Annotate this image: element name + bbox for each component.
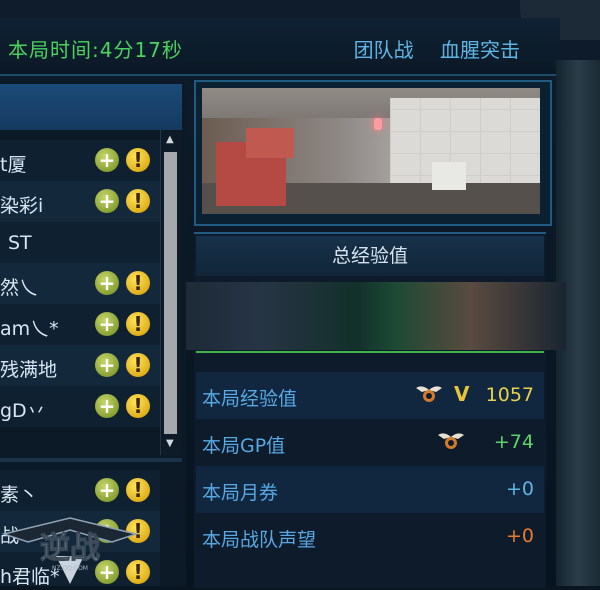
player-row[interactable]: 然乀 +! [0, 263, 160, 304]
add-friend-icon[interactable]: + [95, 271, 119, 295]
nizhan-logo: 逆战 NZ.QQ.COM [0, 512, 140, 586]
player-name: ST [8, 232, 32, 254]
stat-row: 本局GP值 +74 [196, 419, 544, 466]
player-name: 染彩i [0, 195, 44, 217]
stat-label: 本局GP值 [202, 435, 286, 457]
round-stats: 本局经验值 V 1057 本局GP值 +74 本局月券 +0 本局战队声望 +0 [196, 372, 544, 560]
add-friend-icon[interactable]: + [95, 394, 119, 418]
scene-red-crate-top [246, 128, 294, 158]
map-name: 血腥突击 [440, 38, 520, 62]
wings-badge-icon [436, 429, 466, 451]
report-icon[interactable]: ! [126, 189, 150, 213]
scroll-down-icon[interactable]: ▼ [166, 438, 174, 449]
logo-text: 逆战 [40, 531, 100, 566]
map-preview [194, 80, 552, 226]
scene-light [374, 118, 382, 130]
scroll-thumb[interactable] [164, 152, 177, 434]
report-icon[interactable]: ! [126, 312, 150, 336]
player-name: gD丷 [0, 400, 46, 422]
logo-subtext: NZ.QQ.COM [52, 565, 88, 572]
scene-white-crate [432, 162, 466, 190]
player-name: 然乀 [0, 277, 39, 299]
add-friend-icon[interactable]: + [95, 353, 119, 377]
mode-info: 团队战 血腥突击 [334, 34, 520, 63]
player-row[interactable]: gD丷 +! [0, 386, 160, 427]
report-icon[interactable]: ! [126, 394, 150, 418]
add-friend-icon[interactable]: + [95, 189, 119, 213]
player-name: am乀* [0, 318, 59, 340]
stat-value: +0 [505, 525, 534, 547]
vip-badge-icon: V [454, 382, 470, 406]
player-name: 素丶 [0, 484, 39, 506]
stat-row: 本局月券 +0 [196, 466, 544, 513]
add-friend-icon[interactable]: + [95, 478, 119, 502]
player-name: 残满地 [0, 359, 58, 381]
stat-label: 本局战队声望 [202, 529, 317, 551]
player-row[interactable]: 残满地 +! [0, 345, 160, 386]
total-exp-title: 总经验值 [196, 236, 544, 276]
stat-value: +74 [493, 431, 534, 453]
map-preview-image [202, 88, 540, 214]
stat-value: +0 [505, 478, 534, 500]
player-row[interactable]: 染彩i +! [0, 181, 160, 222]
exp-progress-line [196, 351, 544, 353]
add-friend-icon[interactable]: + [95, 148, 119, 172]
team-divider [0, 458, 182, 462]
stat-row: 本局战队声望 +0 [196, 513, 544, 560]
player-name: t厦 [0, 154, 27, 176]
report-icon[interactable]: ! [126, 478, 150, 502]
stat-label: 本局月券 [202, 482, 279, 504]
player-row[interactable]: 素丶 +! [0, 470, 160, 511]
report-icon[interactable]: ! [126, 353, 150, 377]
player-row[interactable]: ST [0, 222, 160, 263]
player-list-scrollbar[interactable]: ▲ ▼ [160, 130, 181, 455]
player-list: t厦 +! 染彩i +! ST 然乀 +! am乀* +! 残满地 +! gD丷 +! [0, 140, 160, 427]
scroll-up-icon[interactable]: ▲ [166, 134, 174, 145]
report-icon[interactable]: ! [126, 271, 150, 295]
stat-row: 本局经验值 V 1057 [196, 372, 544, 419]
report-icon[interactable]: ! [126, 148, 150, 172]
team-panel-header [0, 84, 182, 130]
player-row[interactable]: t厦 +! [0, 140, 160, 181]
game-mode: 团队战 [353, 38, 414, 62]
add-friend-icon[interactable]: + [95, 312, 119, 336]
wings-badge-icon [414, 382, 444, 404]
stat-value: 1057 [485, 384, 534, 406]
player-row[interactable]: am乀* +! [0, 304, 160, 345]
round-time: 本局时间:4分17秒 [8, 38, 183, 62]
stat-label: 本局经验值 [202, 388, 298, 410]
exp-bar-redacted [186, 282, 566, 350]
